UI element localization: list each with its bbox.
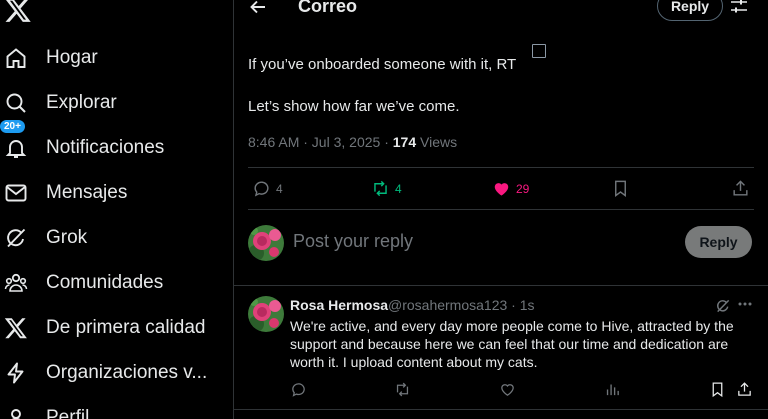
reply-compose-input[interactable]: Post your reply xyxy=(293,231,413,252)
bookmark-icon xyxy=(709,381,726,398)
nav-item-explore[interactable]: Explorar xyxy=(0,83,230,123)
compose-reply-button[interactable]: Reply xyxy=(685,226,752,258)
reply-icon xyxy=(252,179,271,198)
nav-item-communities[interactable]: Comunidades xyxy=(0,263,230,303)
bookmark-icon xyxy=(611,179,630,198)
nav-item-home[interactable]: Hogar xyxy=(0,38,230,78)
nav-item-messages[interactable]: Mensajes xyxy=(0,173,230,213)
tweet-text-line-2: Let’s show how far we’ve come. xyxy=(248,98,460,115)
divider-line xyxy=(248,167,754,168)
mail-icon xyxy=(4,181,28,205)
profile-icon xyxy=(4,406,28,419)
nav-item-notifications[interactable]: 20+ Notificaciones xyxy=(0,119,230,168)
notification-badge: 20+ xyxy=(0,119,26,134)
tweet-text-line-1: If you’ve onboarded someone with it, RT xyxy=(248,56,517,73)
tweet-views-count: 174 xyxy=(392,134,417,150)
nav-label-notifications: Notificaciones xyxy=(46,137,165,158)
nav-item-premium[interactable]: De primera calidad xyxy=(0,308,230,348)
reply-reply-action[interactable] xyxy=(290,381,307,398)
nav-item-profile[interactable]: Perfil xyxy=(0,398,230,419)
nav-label-premium: De primera calidad xyxy=(46,317,206,338)
nav-label-messages: Mensajes xyxy=(46,182,128,203)
nav-label-home: Hogar xyxy=(46,47,98,68)
reply-author-handle[interactable]: @rosahermosa123 · 1s xyxy=(388,297,535,313)
settings-sliders-icon[interactable] xyxy=(730,0,748,15)
reply-icon xyxy=(290,381,307,398)
reply-author-avatar[interactable] xyxy=(248,296,284,332)
share-icon xyxy=(736,381,753,398)
nav-label-organizations: Organizaciones v... xyxy=(46,362,208,383)
section-divider xyxy=(234,285,768,286)
like-count: 29 xyxy=(516,181,530,196)
reply-action[interactable]: 4 xyxy=(252,179,283,198)
retweet-count: 4 xyxy=(395,181,402,196)
column-divider xyxy=(233,0,234,419)
divider-line xyxy=(248,209,754,210)
reply-count: 4 xyxy=(276,181,283,196)
nav-label-grok: Grok xyxy=(46,227,88,248)
back-arrow-icon[interactable] xyxy=(248,0,268,17)
bell-icon xyxy=(4,136,28,160)
bookmark-action[interactable] xyxy=(611,179,630,198)
left-navigation: Hogar Explorar 20+ Notificaciones Mensaj… xyxy=(0,0,233,419)
analytics-icon xyxy=(604,381,621,398)
share-icon xyxy=(731,179,750,198)
heart-icon xyxy=(499,381,516,398)
more-options-icon[interactable] xyxy=(737,296,753,312)
tweet-meta: 8:46 AM · Jul 3, 2025 · 174 Views xyxy=(248,134,457,150)
reply-share-action[interactable] xyxy=(736,381,753,398)
broken-image-icon xyxy=(532,44,546,58)
reply-views-action[interactable] xyxy=(604,381,621,398)
section-divider xyxy=(234,409,768,410)
like-action[interactable]: 29 xyxy=(492,179,529,198)
x-premium-icon xyxy=(4,316,28,340)
reply-text: We're active, and every day more people … xyxy=(290,318,734,370)
share-action[interactable] xyxy=(731,179,750,198)
thread-header: Correo Reply xyxy=(234,0,768,22)
lightning-icon xyxy=(4,361,28,385)
nav-label-communities: Comunidades xyxy=(46,272,164,293)
nav-label-profile: Perfil xyxy=(46,407,90,419)
x-logo-icon[interactable] xyxy=(4,0,32,24)
heart-filled-icon xyxy=(492,179,511,198)
communities-icon xyxy=(4,271,28,295)
tweet-views-label: Views xyxy=(416,134,458,150)
home-icon xyxy=(4,46,28,70)
reply-bookmark-action[interactable] xyxy=(709,381,726,398)
header-reply-button[interactable]: Reply xyxy=(657,0,723,21)
reply-like-action[interactable] xyxy=(499,381,516,398)
page-title: Correo xyxy=(298,0,358,16)
grok-icon[interactable] xyxy=(715,298,731,314)
nav-label-explore: Explorar xyxy=(46,92,117,113)
reply-author-name[interactable]: Rosa Hermosa xyxy=(290,297,388,313)
nav-item-organizations[interactable]: Organizaciones v... xyxy=(0,353,230,393)
grok-icon xyxy=(4,226,28,250)
tweet-timestamp[interactable]: 8:46 AM · Jul 3, 2025 · xyxy=(248,134,393,150)
reply-retweet-action[interactable] xyxy=(394,381,411,398)
search-icon xyxy=(4,91,28,115)
user-avatar[interactable] xyxy=(248,225,284,261)
retweet-icon xyxy=(371,179,390,198)
retweet-icon xyxy=(394,381,411,398)
retweet-action[interactable]: 4 xyxy=(371,179,402,198)
nav-item-grok[interactable]: Grok xyxy=(0,218,230,258)
